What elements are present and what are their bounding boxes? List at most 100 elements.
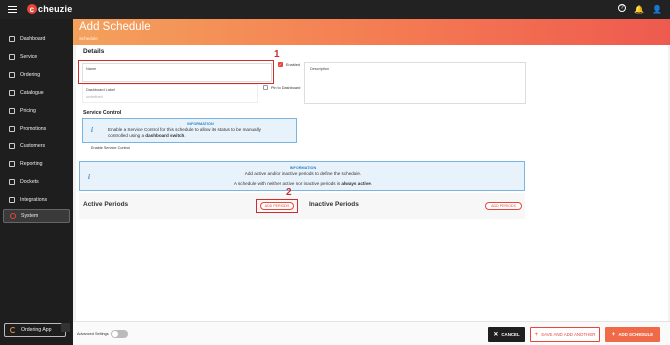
- sidebar-item-label: Customers: [20, 143, 46, 149]
- annotation-1: 1: [274, 49, 280, 60]
- add-inactive-periods-button[interactable]: ADD PERIODS: [485, 202, 522, 210]
- close-icon: ✕: [493, 332, 499, 338]
- sidebar-item-label: Ordering: [20, 72, 41, 78]
- sidebar-item-system[interactable]: System: [3, 209, 70, 223]
- advanced-settings-label: Advanced Settings: [77, 332, 109, 336]
- info-text-part: controlled using a: [108, 133, 146, 138]
- menu-icon[interactable]: [8, 5, 17, 14]
- details-title: Details: [83, 48, 105, 55]
- cancel-label: CANCEL: [501, 332, 520, 337]
- toggle-knob: [112, 331, 118, 337]
- sidebar-item-label: Pricing: [20, 108, 36, 114]
- sidebar-item-catalogue[interactable]: Catalogue: [3, 86, 70, 100]
- add-schedule-label: ADD SCHEDULE: [618, 332, 654, 337]
- periods-info: i INFORMATION Add active and/or inactive…: [79, 161, 525, 191]
- ordering-app-icon: [10, 327, 16, 333]
- promotions-icon: [9, 126, 15, 132]
- info-header: INFORMATION: [187, 122, 214, 126]
- info-text-part: A schedule with neither active nor inact…: [233, 181, 342, 186]
- page-title: Add Schedule: [79, 21, 151, 33]
- sidebar-item-service[interactable]: Service: [3, 50, 70, 64]
- info-icon: i: [91, 126, 93, 134]
- save-and-add-another-label: SAVE AND ADD ANOTHER: [541, 332, 596, 337]
- periods-info-text: Add active and/or inactive periods to de…: [80, 171, 526, 187]
- system-icon: [10, 213, 16, 219]
- description-field[interactable]: Description: [304, 62, 526, 104]
- integrations-icon: [9, 197, 15, 203]
- page-header: Add Schedule Schedule: [73, 19, 670, 45]
- sidebar-item-label: System: [21, 213, 39, 219]
- info-text-bold: dashboard switch: [145, 133, 185, 138]
- sidebar-item-customers[interactable]: Customers: [3, 139, 70, 153]
- sidebar-item-label: Dashboard: [20, 36, 46, 42]
- collapse-sidebar-button[interactable]: [61, 323, 70, 332]
- plus-icon: +: [534, 331, 539, 338]
- sidebar-item-pricing[interactable]: Pricing: [3, 104, 70, 118]
- customers-icon: [9, 143, 15, 149]
- info-line: controlled using a dashboard switch.: [108, 133, 296, 139]
- highlight-box-2: [256, 199, 298, 213]
- sidebar-item-label: Promotions: [20, 126, 47, 132]
- pin-to-dashboard-label: Pin to Dashboard: [271, 86, 301, 90]
- top-bar: c cheuzie ? 🔔 👤: [0, 0, 670, 19]
- periods-info-header: INFORMATION: [289, 166, 317, 170]
- sidebar-item-integrations[interactable]: Integrations: [3, 193, 70, 207]
- ordering-icon: [9, 72, 15, 78]
- dashboard-icon: [9, 36, 15, 42]
- highlight-box-1: [78, 60, 274, 84]
- brand-logo[interactable]: c cheuzie: [27, 4, 72, 14]
- service-control-info-text: Enable a Service Control for this schedu…: [108, 127, 296, 139]
- service-icon: [9, 54, 15, 60]
- sidebar-item-label: Integrations: [20, 197, 48, 203]
- info-text-bold: always active: [341, 181, 371, 186]
- main-content: Details Name 1 Enabled Description Dashb…: [76, 45, 668, 321]
- plus-icon: +: [611, 331, 616, 338]
- info-text-part: .: [370, 181, 373, 186]
- sidebar-item-label: Service: [20, 54, 38, 60]
- active-periods-title: Active Periods: [83, 201, 129, 208]
- pricing-icon: [9, 108, 15, 114]
- description-label: Description: [310, 67, 329, 71]
- dashboard-label-label: Dashboard Label: [86, 88, 115, 92]
- sidebar-item-reporting[interactable]: Reporting: [3, 157, 70, 171]
- add-schedule-button[interactable]: + ADD SCHEDULE: [605, 327, 660, 342]
- enabled-checkbox[interactable]: [278, 62, 283, 67]
- sidebar-item-label: Catalogue: [20, 90, 44, 96]
- user-icon[interactable]: 👤: [652, 4, 662, 14]
- inactive-periods-title: Inactive Periods: [309, 201, 359, 208]
- sidebar-item-ordering[interactable]: Ordering: [3, 68, 70, 82]
- annotation-2: 2: [286, 187, 292, 198]
- footer-bar: Advanced Settings ✕ CANCEL + SAVE AND ADD …: [73, 321, 670, 345]
- save-and-add-another-button[interactable]: + SAVE AND ADD ANOTHER: [530, 327, 600, 342]
- enabled-label: Enabled: [286, 63, 300, 67]
- sidebar-item-dockets[interactable]: Dockets: [3, 175, 70, 189]
- brand-name: cheuzie: [38, 4, 73, 14]
- help-icon[interactable]: ?: [618, 4, 626, 12]
- service-control-title: Service Control: [83, 110, 122, 116]
- pin-to-dashboard-checkbox[interactable]: [263, 85, 268, 90]
- advanced-settings-toggle[interactable]: [111, 330, 128, 338]
- periods-row: [79, 193, 525, 219]
- breadcrumb[interactable]: Schedule: [79, 36, 98, 41]
- dockets-icon: [9, 179, 15, 185]
- sidebar-item-dashboard[interactable]: Dashboard: [3, 32, 70, 46]
- dashboard-label-field[interactable]: Dashboard Label undefined: [82, 84, 258, 103]
- catalogue-icon: [9, 90, 15, 96]
- info-line: Add active and/or inactive periods to de…: [244, 171, 362, 176]
- cancel-button[interactable]: ✕ CANCEL: [488, 327, 525, 342]
- ordering-app-label: Ordering App: [21, 327, 52, 333]
- bell-icon[interactable]: 🔔: [634, 4, 644, 14]
- sidebar-item-promotions[interactable]: Promotions: [3, 122, 70, 136]
- sidebar: Dashboard Service Ordering Catalogue Pri…: [0, 19, 73, 345]
- brand-mark: c: [27, 4, 37, 14]
- sidebar-item-label: Dockets: [20, 179, 39, 185]
- info-line: A schedule with neither active nor inact…: [80, 181, 526, 187]
- ordering-app-button[interactable]: Ordering App: [4, 323, 66, 337]
- info-text-part: .: [184, 133, 186, 138]
- dashboard-label-placeholder: undefined: [86, 95, 103, 99]
- enable-service-control-label[interactable]: Enable Service Control: [91, 146, 130, 150]
- reporting-icon: [9, 161, 15, 167]
- sidebar-item-label: Reporting: [20, 161, 43, 167]
- top-icons: ? 🔔 👤: [618, 4, 662, 14]
- service-control-info: i INFORMATION Enable a Service Control f…: [82, 118, 297, 143]
